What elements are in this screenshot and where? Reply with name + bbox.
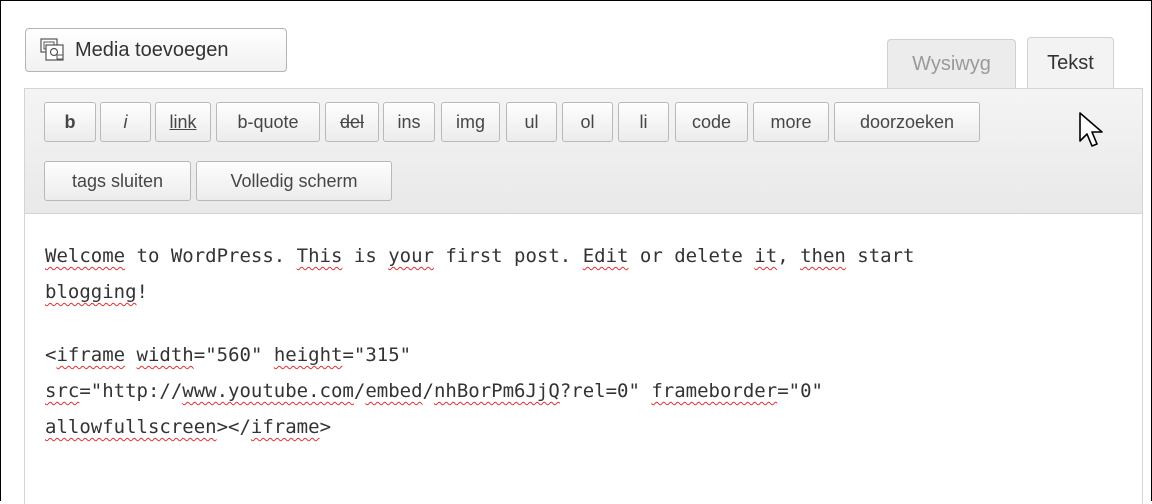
tab-tekst-label: Tekst — [1047, 52, 1094, 74]
spellcheck-word: Edit — [582, 245, 629, 267]
qt-ol-button[interactable]: ol — [562, 102, 613, 142]
spellcheck-word: embed — [365, 380, 423, 402]
spellcheck-word: www.youtube.com — [182, 380, 354, 402]
spellcheck-word: Welcome — [45, 245, 126, 267]
qt-img-button[interactable]: img — [441, 102, 500, 142]
qt-bold-button[interactable]: b — [44, 102, 96, 142]
content-line-3: <iframe width="560" height="315" — [45, 337, 1142, 373]
qt-ol-label: ol — [580, 111, 595, 132]
spellcheck-word: your — [388, 245, 434, 267]
content-text — [125, 344, 136, 366]
qt-li-button[interactable]: li — [618, 102, 669, 142]
qt-ul-label: ul — [524, 111, 539, 132]
content-line-4: src="http://www.youtube.com/embed/nhBorP… — [45, 373, 1142, 409]
qt-ul-button[interactable]: ul — [506, 102, 557, 142]
content-text: ></ — [216, 416, 251, 438]
qt-fullscreen-label: Volledig scherm — [230, 170, 358, 191]
content-blank-line — [45, 310, 1142, 337]
content-text: or delete — [628, 245, 755, 267]
spellcheck-word: it — [754, 245, 778, 267]
qt-code-button[interactable]: code — [675, 102, 748, 142]
content-text: is — [342, 245, 389, 267]
content-line-2: blogging! — [45, 274, 1142, 310]
add-media-button[interactable]: Media toevoegen — [25, 28, 287, 72]
qt-fullscreen-button[interactable]: Volledig scherm — [196, 161, 392, 201]
qt-close-tags-label: tags sluiten — [71, 170, 164, 191]
qt-more-button[interactable]: more — [753, 102, 829, 142]
qt-close-tags-button[interactable]: tags sluiten — [44, 161, 191, 201]
content-text: < — [45, 344, 57, 366]
tab-tekst[interactable]: Tekst — [1027, 37, 1114, 89]
spellcheck-word: frameborder — [651, 380, 778, 402]
content-text: start — [845, 245, 915, 267]
qt-bquote-button[interactable]: b-quote — [216, 102, 320, 142]
qt-code-label: code — [691, 111, 732, 132]
content-text: first post. — [433, 245, 583, 267]
spellcheck-word: height — [273, 344, 343, 366]
tab-wysiwyg-label: Wysiwyg — [912, 52, 991, 75]
content-text: ="560" — [193, 344, 274, 366]
spellcheck-word: blogging — [45, 281, 137, 303]
mouse-pointer-icon — [1079, 112, 1103, 147]
content-text: ! — [136, 281, 148, 303]
content-text: ="315" — [342, 344, 412, 366]
spellcheck-word: nhBorPm6JjQ — [433, 380, 560, 402]
spellcheck-word: This — [296, 245, 343, 267]
spellcheck-word: allowfullscreen — [45, 416, 217, 438]
content-text: > — [319, 416, 332, 438]
qt-img-label: img — [455, 111, 485, 132]
content-text: ?rel=0" — [559, 380, 652, 402]
qt-ins-label: ins — [397, 111, 421, 132]
tab-wysiwyg[interactable]: Wysiwyg — [887, 39, 1016, 88]
spellcheck-word: then — [800, 245, 846, 267]
content-text: / — [353, 380, 366, 402]
spellcheck-word: src — [45, 380, 80, 402]
content-text: to WordPress. — [125, 245, 297, 267]
content-text: , — [777, 245, 801, 267]
content-textarea[interactable]: Welcome to WordPress. This is your first… — [24, 214, 1143, 504]
media-icon — [40, 38, 66, 62]
qt-link-label: link — [169, 111, 197, 132]
qt-bold-label: b — [64, 111, 76, 132]
spellcheck-word: iframe — [250, 416, 320, 438]
spellcheck-word: width — [136, 344, 194, 366]
add-media-label: Media toevoegen — [75, 38, 229, 61]
content-line-5: allowfullscreen></iframe> — [45, 409, 1142, 445]
qt-italic-label: i — [123, 111, 128, 132]
qt-li-label: li — [639, 111, 648, 132]
qt-search-label: doorzoeken — [859, 111, 955, 132]
qt-link-button[interactable]: link — [155, 102, 211, 142]
content-line-1: Welcome to WordPress. This is your first… — [45, 238, 1142, 274]
qt-ins-button[interactable]: ins — [383, 102, 435, 142]
qt-del-button[interactable]: del — [325, 102, 379, 142]
content-text: ="0" — [777, 380, 823, 402]
qt-italic-button[interactable]: i — [100, 102, 151, 142]
qt-more-label: more — [770, 111, 812, 132]
qt-search-button[interactable]: doorzoeken — [834, 102, 980, 142]
qt-bquote-label: b-quote — [237, 111, 299, 132]
content-text: ="http:// — [79, 380, 183, 402]
qt-del-label: del — [339, 111, 365, 132]
spellcheck-word: iframe — [56, 344, 126, 366]
content-text: / — [422, 380, 434, 402]
